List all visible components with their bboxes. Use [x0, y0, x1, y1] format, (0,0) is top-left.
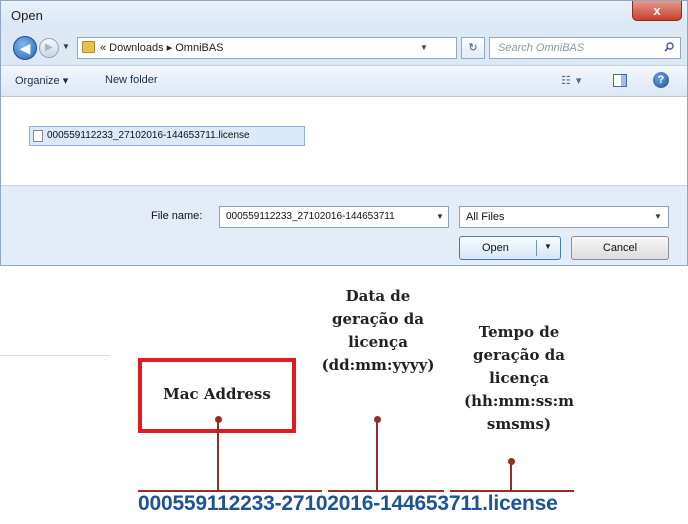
file-type-dropdown-icon[interactable]: ▼ — [654, 207, 662, 227]
preview-pane-icon[interactable] — [613, 74, 627, 87]
date-connector-line — [376, 419, 378, 490]
date-line: (dd:mm:yyyy) — [321, 356, 435, 374]
open-button-separator — [536, 240, 537, 256]
open-options-dropdown-icon[interactable]: ▼ — [544, 242, 552, 251]
date-line: licença — [348, 333, 408, 351]
time-line: licença — [489, 369, 549, 387]
file-name-dropdown-icon[interactable]: ▼ — [434, 207, 444, 227]
folder-icon — [82, 41, 95, 53]
new-folder-button[interactable]: New folder — [105, 74, 158, 86]
address-bar[interactable]: « Downloads ▸ OmniBAS ▼ — [77, 37, 457, 59]
file-type-select[interactable]: All Files ▼ — [459, 206, 669, 228]
time-connector-line — [510, 461, 512, 490]
file-list: 000559112233_27102016-144653711.license — [1, 97, 687, 185]
time-line: smsms) — [486, 415, 552, 433]
address-dropdown-icon[interactable]: ▼ — [420, 38, 428, 58]
list-item[interactable]: 000559112233_27102016-144653711.license — [29, 126, 305, 146]
command-toolbar: Organize ▾ New folder ☷ ▾ ? — [1, 65, 687, 97]
search-input[interactable]: Search OmniBAS — [489, 37, 681, 59]
forward-button[interactable]: ▶ — [39, 38, 59, 58]
open-dialog: Open x ◀ ▶ ▼ « Downloads ▸ OmniBAS ▼ ↻ S… — [0, 0, 688, 266]
mac-connector-line — [217, 419, 219, 490]
date-annotation: Data de geração da licença (dd:mm:yyyy) — [298, 285, 458, 377]
organize-button[interactable]: Organize ▾ — [15, 74, 68, 87]
search-placeholder: Search OmniBAS — [498, 42, 585, 54]
help-icon[interactable]: ? — [653, 72, 669, 88]
back-button[interactable]: ◀ — [13, 36, 37, 60]
navigation-bar: ◀ ▶ ▼ « Downloads ▸ OmniBAS ▼ ↻ Search O… — [1, 31, 687, 65]
open-button-label: Open — [482, 242, 509, 254]
document-icon — [33, 130, 43, 142]
file-name-value: 000559112233_27102016-144653711 — [226, 211, 395, 222]
mac-address-label: Mac Address — [163, 385, 271, 403]
date-line: geração da — [332, 310, 424, 328]
divider — [0, 355, 110, 356]
refresh-icon[interactable]: ↻ — [461, 37, 485, 59]
time-line: (hh:mm:ss:m — [463, 392, 575, 410]
title-bar: Open x — [1, 1, 687, 31]
license-filename: 000559112233-27102016-144653711.license — [138, 492, 558, 515]
file-name: 000559112233_27102016-144653711.license — [47, 130, 250, 141]
file-name-label: File name: — [151, 210, 203, 222]
time-line: Tempo de — [478, 323, 560, 341]
date-line: Data de — [345, 287, 411, 305]
breadcrumb[interactable]: « Downloads ▸ OmniBAS — [100, 38, 224, 58]
file-type-value: All Files — [466, 211, 505, 223]
time-line: geração da — [473, 346, 565, 364]
close-button[interactable]: x — [632, 1, 682, 21]
time-annotation: Tempo de geração da licença (hh:mm:ss:m … — [448, 321, 590, 436]
dialog-title: Open — [11, 8, 43, 23]
search-icon[interactable] — [664, 42, 674, 52]
file-name-panel: File name: 000559112233_27102016-1446537… — [1, 185, 687, 265]
open-button[interactable]: Open ▼ — [459, 236, 561, 260]
file-name-field[interactable]: 000559112233_27102016-144653711 ▼ — [219, 206, 449, 228]
cancel-button[interactable]: Cancel — [571, 236, 669, 260]
recent-locations-dropdown-icon[interactable]: ▼ — [62, 42, 70, 51]
change-view-icon[interactable]: ☷ ▾ — [561, 74, 582, 87]
